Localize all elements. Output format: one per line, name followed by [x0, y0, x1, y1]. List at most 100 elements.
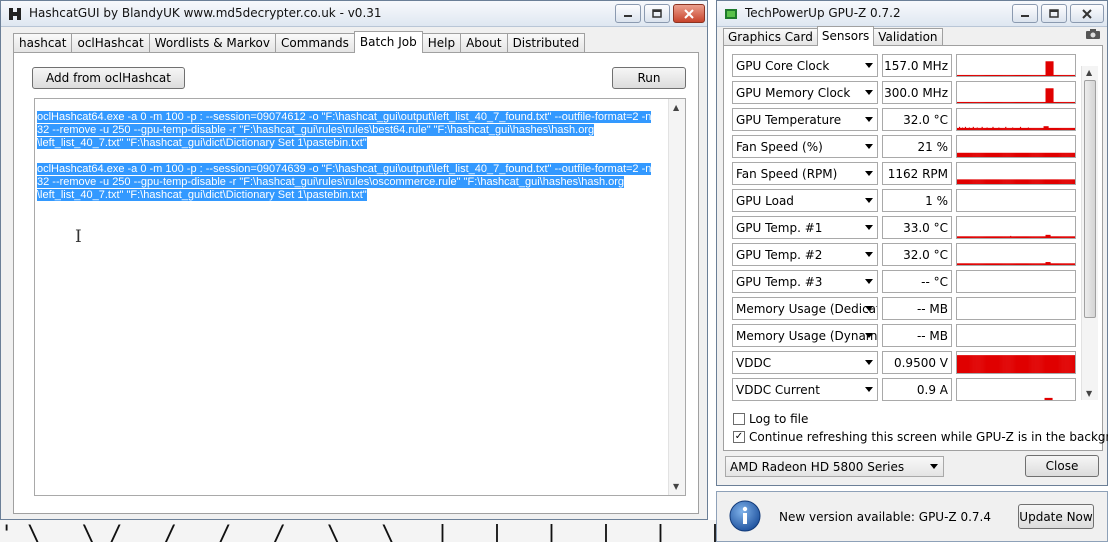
checkbox-box[interactable]: ✓	[733, 431, 745, 443]
sensor-graph	[956, 297, 1076, 320]
tab-about[interactable]: About	[460, 33, 508, 53]
tab-graphics-card[interactable]: Graphics Card	[723, 28, 818, 46]
close-window-button[interactable]	[673, 4, 705, 23]
checkbox-box[interactable]	[733, 413, 745, 425]
graph-sample	[1052, 88, 1054, 103]
tab-sensors[interactable]: Sensors	[816, 26, 875, 46]
graph-sample	[1074, 74, 1075, 76]
command-line: \left_list_40_7.txt" "F:\hashcat_gui\dic…	[37, 137, 367, 149]
add-from-oclhashcat-button[interactable]: Add from oclHashcat	[32, 67, 185, 89]
chevron-down-icon	[865, 333, 873, 338]
gpuz-maximize-button[interactable]	[1041, 4, 1067, 23]
info-icon	[729, 500, 761, 532]
sensor-graph-plot	[957, 126, 1075, 130]
tab-distributed[interactable]: Distributed	[506, 33, 586, 53]
tab-validation[interactable]: Validation	[873, 28, 943, 46]
graph-sample	[1074, 263, 1075, 265]
update-now-button[interactable]: Update Now	[1018, 504, 1094, 529]
sensor-row: VDDC 0.9500 V	[732, 351, 1090, 374]
sensor-row: GPU Temp. #1 33.0 °C	[732, 216, 1090, 239]
sensor-name-dropdown[interactable]: GPU Core Clock	[732, 54, 878, 77]
sensor-row: GPU Memory Clock 300.0 MHz	[732, 81, 1090, 104]
batch-commands-textarea[interactable]: oclHashcat64.exe -a 0 -m 100 -p : --sess…	[34, 98, 686, 496]
tab-commands[interactable]: Commands	[274, 33, 355, 53]
minimize-icon	[1021, 14, 1029, 17]
tab-help[interactable]: Help	[421, 33, 462, 53]
sensor-row: GPU Temp. #2 32.0 °C	[732, 243, 1090, 266]
text-cursor-icon: I	[75, 227, 82, 247]
gpuz-title: TechPowerUp GPU-Z 0.7.2	[745, 6, 901, 20]
sensor-graph-plot	[957, 152, 1075, 157]
gpuz-minimize-button[interactable]	[1012, 4, 1038, 23]
maximize-icon	[1049, 9, 1059, 18]
sensor-name-dropdown[interactable]: GPU Temperature	[732, 108, 878, 131]
chevron-down-icon	[865, 198, 873, 203]
sensor-graph	[956, 189, 1076, 212]
sensor-row: GPU Load 1 %	[732, 189, 1090, 212]
chevron-down-icon	[865, 225, 873, 230]
close-button[interactable]: Close	[1025, 455, 1099, 477]
sensor-graph	[956, 270, 1076, 293]
sensor-name: Fan Speed (%)	[736, 140, 823, 154]
sensor-name-dropdown[interactable]: VDDC	[732, 351, 878, 374]
graph-sample	[1052, 61, 1054, 76]
chevron-down-icon	[865, 306, 873, 311]
command-line: oclHashcat64.exe -a 0 -m 100 -p : --sess…	[37, 163, 652, 175]
chevron-down-icon	[865, 117, 873, 122]
graph-sample	[1074, 355, 1075, 373]
tab-oclhashcat[interactable]: oclHashcat	[71, 33, 150, 53]
sensor-row: GPU Temp. #3 -- °C	[732, 270, 1090, 293]
sensor-name-dropdown[interactable]: Memory Usage (Dedicated)	[732, 297, 878, 320]
sensor-row: Fan Speed (%) 21 %	[732, 135, 1090, 158]
sensor-name-dropdown[interactable]: GPU Temp. #1	[732, 216, 878, 239]
sensor-name-dropdown[interactable]: Fan Speed (%)	[732, 135, 878, 158]
update-notification: New version available: GPU-Z 0.7.4 Updat…	[716, 491, 1108, 542]
sensor-scrollbar[interactable]: ▲ ▼	[1081, 66, 1098, 400]
continue-refreshing-checkbox[interactable]: ✓ Continue refreshing this screen while …	[733, 430, 1108, 444]
graph-sample	[1074, 152, 1075, 157]
maximize-button[interactable]	[644, 4, 670, 23]
camera-icon[interactable]	[1085, 28, 1101, 40]
scroll-up-icon[interactable]: ▲	[673, 103, 679, 112]
sensor-name-dropdown[interactable]: Memory Usage (Dynamic)	[732, 324, 878, 347]
sensor-graph	[956, 162, 1076, 185]
command-line: \left_list_40_7.txt" "F:\hashcat_gui\dic…	[37, 189, 367, 201]
sensor-name-dropdown[interactable]: GPU Temp. #3	[732, 270, 878, 293]
sensor-graph-plot	[957, 179, 1075, 184]
gpu-select-dropdown[interactable]: AMD Radeon HD 5800 Series	[725, 456, 944, 477]
sensor-graph-plot	[957, 298, 1075, 319]
gpuz-close-window-button[interactable]	[1070, 4, 1104, 23]
sensor-name-dropdown[interactable]: GPU Load	[732, 189, 878, 212]
scroll-down-icon[interactable]: ▼	[1086, 389, 1092, 398]
close-icon	[1082, 8, 1092, 19]
minimize-button[interactable]	[615, 4, 641, 23]
scroll-up-icon[interactable]: ▲	[1086, 68, 1092, 77]
sensor-graph-plot	[957, 88, 1075, 103]
sensor-graph	[956, 54, 1076, 77]
tab-hashcat[interactable]: hashcat	[13, 33, 73, 53]
sensor-graph-plot	[957, 61, 1075, 76]
gpuz-titlebar[interactable]: TechPowerUp GPU-Z 0.7.2	[717, 1, 1107, 27]
sensor-name-dropdown[interactable]: GPU Temp. #2	[732, 243, 878, 266]
sensor-name: VDDC	[736, 356, 772, 370]
scroll-thumb[interactable]	[1084, 80, 1096, 318]
sensor-graph-plot	[957, 190, 1075, 211]
hashcat-app-icon	[9, 8, 21, 20]
tab-batch-job[interactable]: Batch Job	[353, 31, 423, 53]
log-to-file-label: Log to file	[749, 412, 809, 426]
chevron-down-icon	[865, 279, 873, 284]
command-line: 32 --remove -u 250 --gpu-temp-disable -r…	[37, 176, 625, 188]
hashcat-titlebar[interactable]: HashcatGUI by BlandyUK www.md5decrypter.…	[1, 1, 707, 27]
tab-wordlists-markov[interactable]: Wordlists & Markov	[148, 33, 276, 53]
log-to-file-checkbox[interactable]: Log to file	[733, 412, 808, 426]
textarea-scrollbar[interactable]: ▲ ▼	[668, 99, 685, 495]
gpuz-tabbar: Graphics Card Sensors Validation	[723, 26, 943, 46]
scroll-down-icon[interactable]: ▼	[673, 482, 679, 491]
sensor-name-dropdown[interactable]: VDDC Current	[732, 378, 878, 401]
sensor-name-dropdown[interactable]: Fan Speed (RPM)	[732, 162, 878, 185]
sensor-graph	[956, 378, 1076, 401]
sensor-value: 33.0 °C	[882, 216, 952, 239]
sensor-name: Memory Usage (Dynamic)	[736, 329, 878, 343]
run-button[interactable]: Run	[612, 67, 686, 89]
sensor-name-dropdown[interactable]: GPU Memory Clock	[732, 81, 878, 104]
